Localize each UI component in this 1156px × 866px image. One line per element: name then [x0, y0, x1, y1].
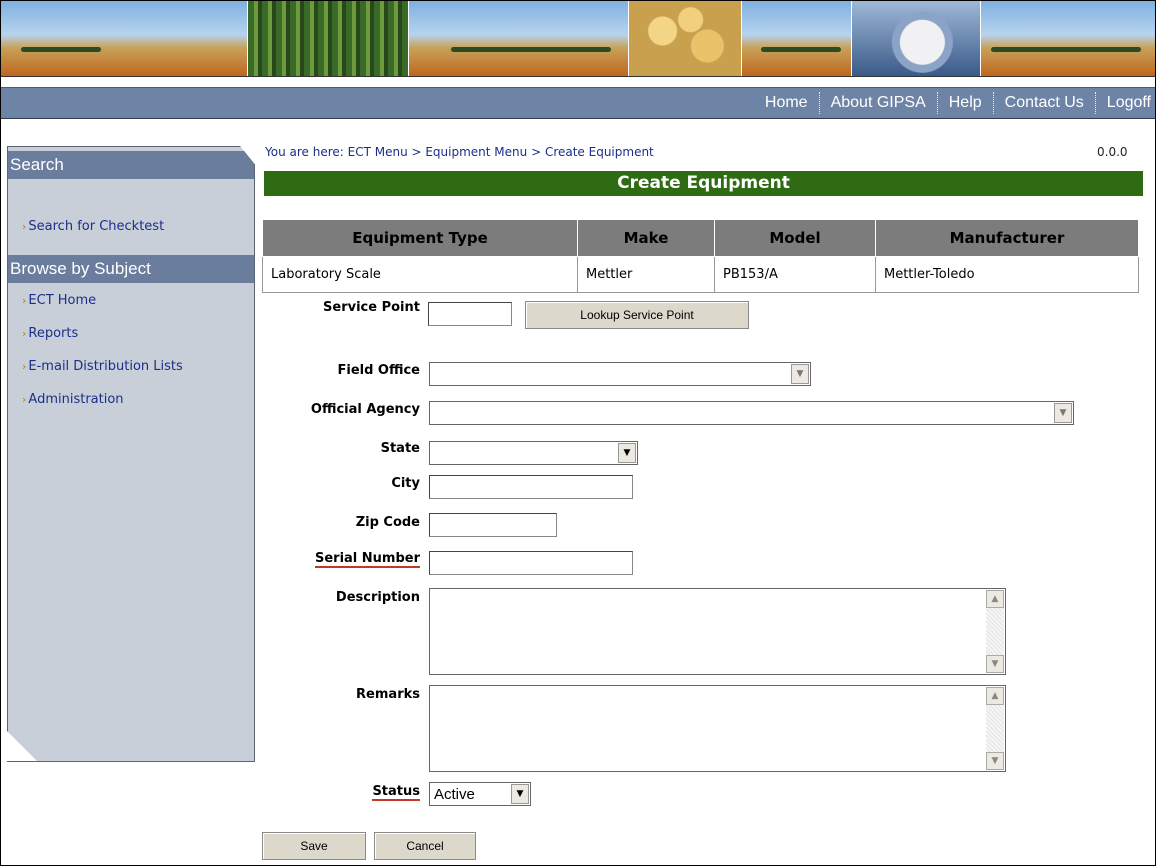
- table-cell: Laboratory Scale: [262, 256, 578, 293]
- sidebar-item-label: E-mail Distribution Lists: [28, 359, 183, 374]
- serial-number-input[interactable]: [429, 551, 633, 575]
- remarks-textarea[interactable]: ▲ ▼: [429, 685, 1006, 772]
- service-point-label: Service Point: [323, 300, 420, 315]
- sidebar: Search › Search for Checktest Browse by S…: [7, 146, 255, 762]
- lab-equipment-photo: [851, 1, 981, 76]
- remarks-label: Remarks: [356, 687, 420, 702]
- sidebar-item-label: ECT Home: [28, 293, 97, 308]
- status-label: Status: [260, 784, 420, 801]
- header-banner: [1, 1, 1155, 76]
- serial-number-label: Serial Number: [260, 551, 420, 568]
- service-point-input[interactable]: [428, 302, 512, 326]
- sidebar-item-email-lists[interactable]: › E-mail Distribution Lists: [22, 359, 183, 374]
- arrow-icon: ›: [22, 360, 27, 373]
- sidebar-item-label: Search for Checktest: [28, 219, 165, 234]
- chevron-down-icon[interactable]: ▼: [618, 443, 636, 463]
- table-cell: Mettler: [577, 256, 715, 293]
- status-select[interactable]: Active ▼: [429, 782, 531, 806]
- official-agency-label: Official Agency: [310, 402, 420, 417]
- sidebar-browse-heading: Browse by Subject: [8, 255, 254, 283]
- equipment-table: Equipment Type Make Model Manufacturer L…: [262, 219, 1139, 293]
- page-frame: Home About GIPSA Help Contact Us Logoff …: [0, 0, 1156, 866]
- chicks-photo: [628, 1, 742, 76]
- state-select[interactable]: ▼: [429, 441, 638, 465]
- lookup-service-point-button[interactable]: Lookup Service Point: [525, 301, 749, 329]
- sidebar-item-label: Administration: [28, 392, 124, 407]
- scroll-up-icon[interactable]: ▲: [986, 590, 1004, 608]
- cancel-button[interactable]: Cancel: [374, 832, 476, 860]
- scrollbar[interactable]: ▲ ▼: [986, 590, 1004, 673]
- sidebar-item-ect-home[interactable]: › ECT Home: [22, 293, 96, 308]
- nav-contact-link[interactable]: Contact Us: [994, 94, 1095, 112]
- sidebar-item-label: Reports: [28, 326, 79, 341]
- chevron-down-icon[interactable]: ▼: [511, 784, 529, 804]
- page-title: Create Equipment: [264, 171, 1143, 196]
- scroll-down-icon[interactable]: ▼: [986, 752, 1004, 770]
- column-header: Equipment Type: [262, 219, 578, 257]
- scrollbar[interactable]: ▲ ▼: [986, 687, 1004, 770]
- tree-line: [21, 47, 101, 52]
- chevron-down-icon[interactable]: ▼: [791, 364, 809, 384]
- official-agency-select[interactable]: ▼: [429, 401, 1074, 425]
- description-label: Description: [335, 590, 420, 605]
- arrow-icon: ›: [22, 294, 27, 307]
- column-header: Model: [714, 219, 876, 257]
- top-nav-bar: Home About GIPSA Help Contact Us Logoff: [1, 87, 1155, 119]
- sidebar-item-reports[interactable]: › Reports: [22, 326, 78, 341]
- column-header: Manufacturer: [875, 219, 1139, 257]
- field-office-select[interactable]: ▼: [429, 362, 811, 386]
- nav-about-link[interactable]: About GIPSA: [820, 94, 937, 112]
- nav-home-link[interactable]: Home: [754, 94, 819, 112]
- version-label: 0.0.0: [1097, 145, 1128, 159]
- table-cell: PB153/A: [714, 256, 876, 293]
- column-header: Make: [577, 219, 715, 257]
- zip-code-label: Zip Code: [355, 515, 420, 530]
- chevron-down-icon[interactable]: ▼: [1054, 403, 1072, 423]
- city-input[interactable]: [429, 475, 633, 499]
- required-field-label: Status: [372, 784, 420, 801]
- field-office-label: Field Office: [337, 363, 420, 378]
- sidebar-item-administration[interactable]: › Administration: [22, 392, 124, 407]
- arrow-icon: ›: [22, 393, 27, 406]
- sidebar-item-search-checktest[interactable]: › Search for Checktest: [22, 219, 164, 234]
- arrow-icon: ›: [22, 220, 27, 233]
- tree-line: [451, 47, 611, 52]
- city-label: City: [391, 476, 420, 491]
- select-value: Active: [434, 786, 475, 803]
- scroll-down-icon[interactable]: ▼: [986, 655, 1004, 673]
- save-button[interactable]: Save: [262, 832, 366, 860]
- zip-code-input[interactable]: [429, 513, 557, 537]
- breadcrumb: You are here: ECT Menu > Equipment Menu …: [265, 145, 654, 159]
- nav-logoff-link[interactable]: Logoff: [1096, 94, 1155, 112]
- state-label: State: [380, 441, 420, 456]
- corn-field-photo: [247, 1, 409, 76]
- arrow-icon: ›: [22, 327, 27, 340]
- tree-line: [761, 47, 841, 52]
- nav-help-link[interactable]: Help: [938, 94, 993, 112]
- sidebar-search-heading: Search: [8, 151, 254, 179]
- tree-line: [991, 47, 1141, 52]
- table-header-row: Equipment Type Make Model Manufacturer: [262, 219, 1139, 257]
- description-textarea[interactable]: ▲ ▼: [429, 588, 1006, 675]
- table-cell: Mettler-Toledo: [875, 256, 1139, 293]
- table-row: Laboratory Scale Mettler PB153/A Mettler…: [262, 256, 1139, 293]
- required-field-label: Serial Number: [314, 551, 420, 568]
- scroll-up-icon[interactable]: ▲: [986, 687, 1004, 705]
